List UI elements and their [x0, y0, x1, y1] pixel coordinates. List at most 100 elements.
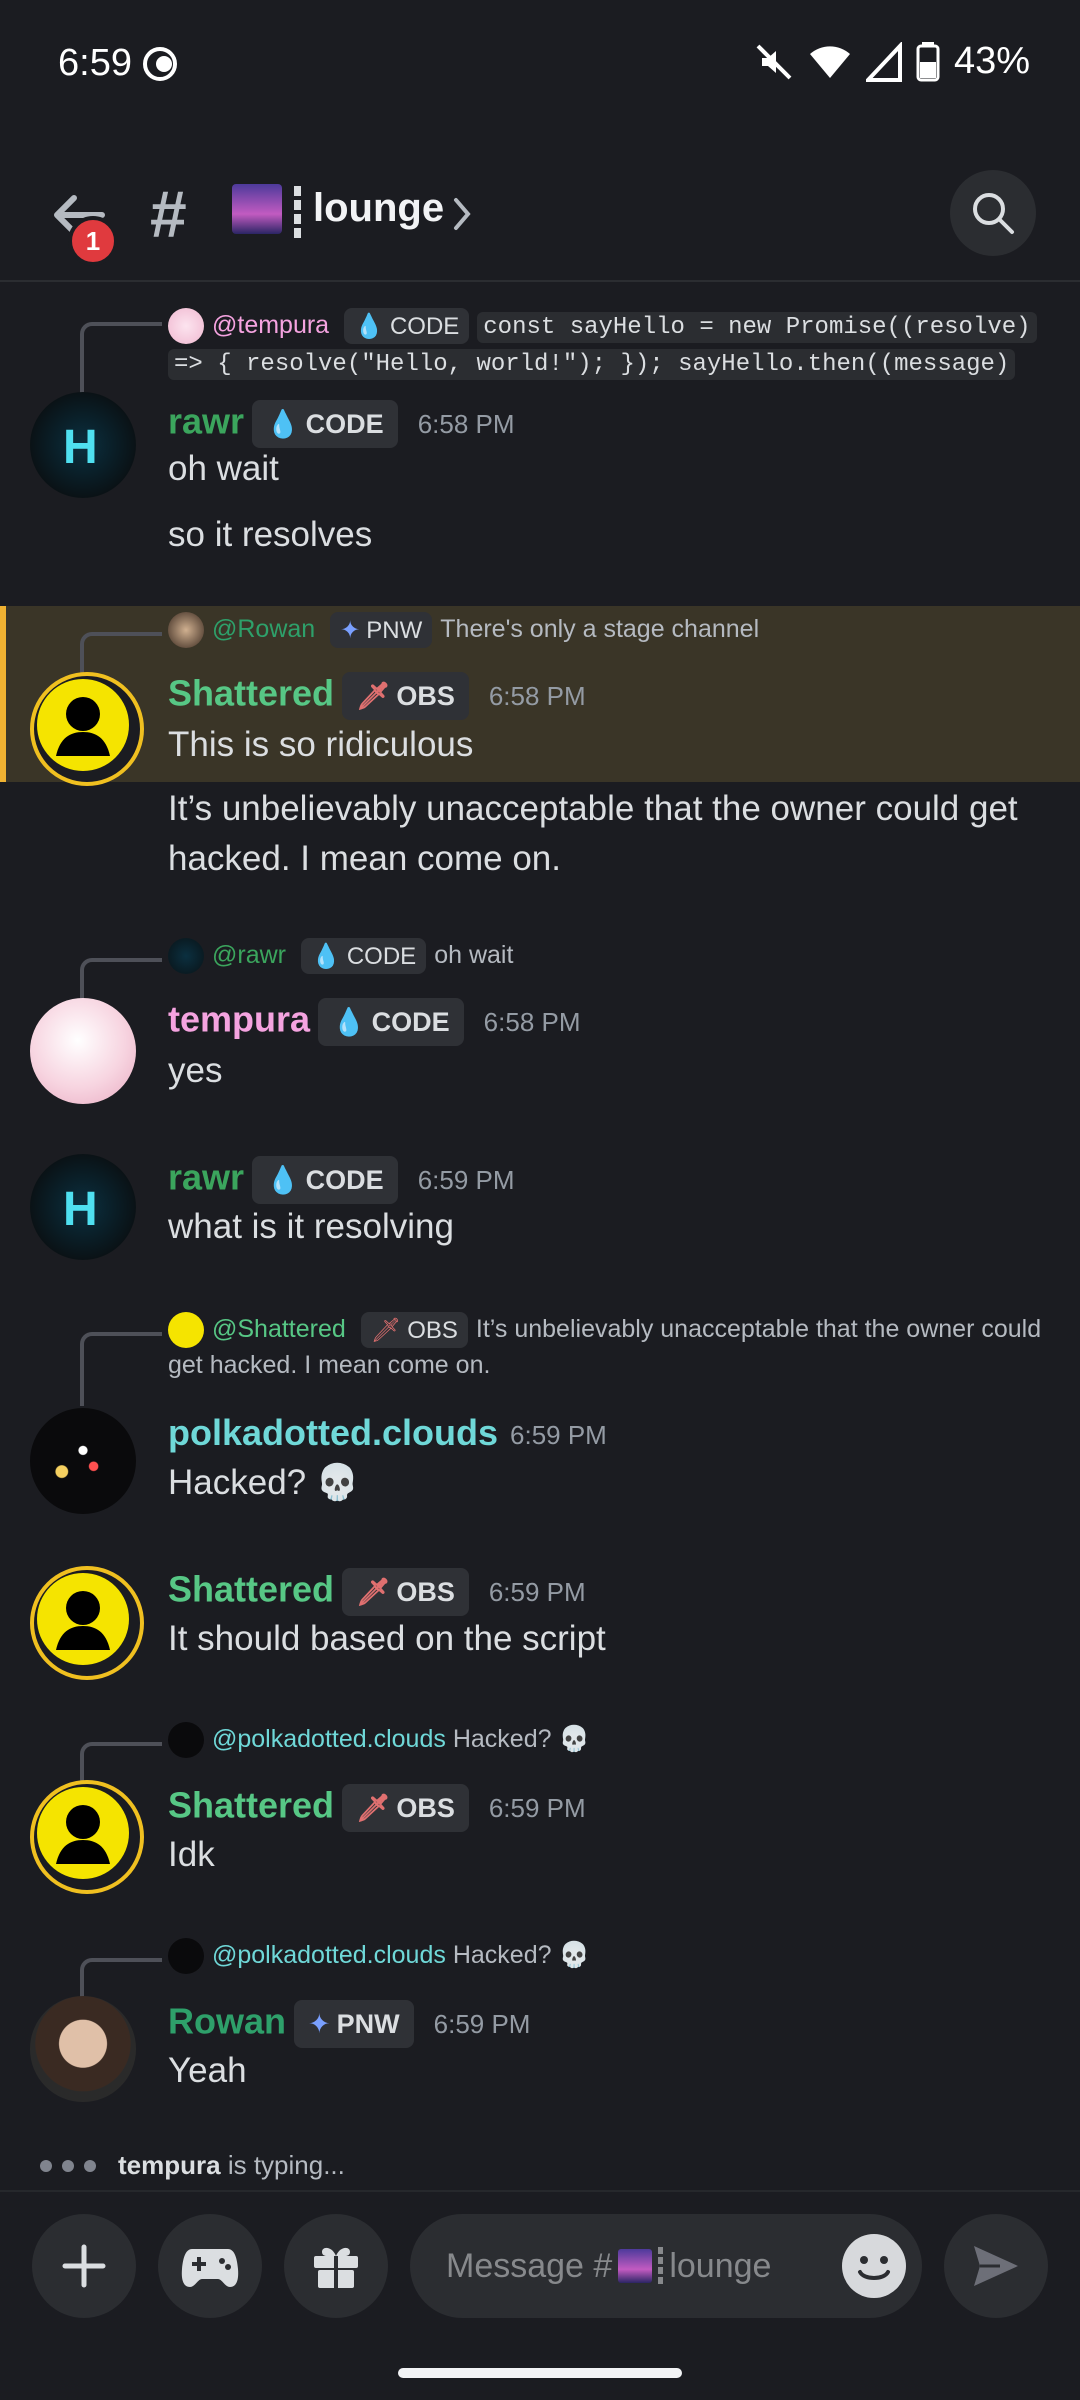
message-author[interactable]: rawr 💧 CODE 6:59 PM: [168, 1156, 515, 1204]
search-icon: [973, 193, 1014, 234]
message-time: 6:58 PM: [488, 680, 586, 711]
reply-username[interactable]: @rawr: [212, 941, 286, 969]
role-tag: 🗡 OBS: [342, 672, 469, 720]
avatar-glyph: H: [63, 1183, 98, 1236]
avatar-glyph: H: [63, 421, 98, 474]
channel-emoji-icon: [232, 184, 282, 234]
role-tag: 🗡 OBS: [342, 1784, 469, 1832]
message-composer: Message # lounge: [0, 2190, 1080, 2332]
reply-username[interactable]: @Rowan: [212, 615, 315, 643]
message-text[interactable]: oh wait: [168, 444, 1048, 494]
channel-name[interactable]: lounge: [313, 186, 444, 231]
message-text[interactable]: Idk: [168, 1830, 1048, 1880]
avatar-shattered[interactable]: [30, 1780, 144, 1894]
reply-connector: [80, 322, 162, 396]
message-placeholder: Message # lounge: [446, 2246, 772, 2285]
reply-username[interactable]: @Shattered: [212, 1315, 346, 1343]
reply-preview[interactable]: @Shattered 🗡 OBS It’s unbelievably unaccep…: [168, 1312, 1048, 1383]
role-tag: 🗡 OBS: [360, 1312, 468, 1349]
avatar-rowan[interactable]: [30, 1996, 136, 2102]
reply-username[interactable]: @polkadotted.clouds: [212, 1725, 446, 1753]
avatar-polkadotted[interactable]: [30, 1408, 136, 1514]
channel-separator-icon: [294, 186, 301, 238]
message-author[interactable]: rawr 💧 CODE 6:58 PM: [168, 400, 515, 448]
status-icons: 43%: [754, 40, 1030, 83]
send-icon: [974, 2246, 1018, 2286]
reply-preview[interactable]: @tempura 💧 CODE const sayHello = new Promi…: [168, 308, 1048, 382]
message-time: 6:59 PM: [417, 1164, 515, 1195]
emoji-button[interactable]: [842, 2234, 906, 2298]
message-author[interactable]: Shattered 🗡 OBS 6:58 PM: [168, 672, 586, 720]
message-author[interactable]: polkadotted.clouds 6:59 PM: [168, 1412, 607, 1454]
role-tag: 💧 CODE: [252, 400, 398, 448]
hash-icon: #: [150, 177, 187, 251]
typing-user: tempura: [118, 2150, 221, 2180]
message-time: 6:59 PM: [433, 2008, 531, 2039]
default-avatar-icon: [37, 1573, 129, 1665]
reply-preview[interactable]: @Rowan ✦ PNW There's only a stage channel: [168, 612, 760, 649]
swirl-icon: [143, 47, 177, 81]
message-text[interactable]: Hacked? 💀: [168, 1458, 1048, 1508]
message-time: 6:59 PM: [510, 1419, 607, 1450]
avatar-shattered[interactable]: [30, 1566, 144, 1680]
wifi-icon: [809, 45, 850, 78]
default-avatar-icon: [37, 679, 129, 771]
message-text[interactable]: It should based on the script: [168, 1614, 1048, 1664]
message-list[interactable]: @tempura 💧 CODE const sayHello = new Promi…: [0, 282, 1080, 2192]
reply-username[interactable]: @tempura: [212, 311, 329, 339]
message-text[interactable]: This is so ridiculous: [168, 720, 1048, 770]
reply-avatar: [168, 938, 204, 975]
role-tag: 💧 CODE: [252, 1156, 398, 1204]
reply-text: oh wait: [434, 941, 514, 969]
emoji-icon: [858, 2256, 890, 2280]
role-tag: 💧 CODE: [344, 308, 470, 345]
search-button[interactable]: [950, 170, 1036, 256]
message-input[interactable]: Message # lounge: [410, 2214, 922, 2318]
avatar-rawr[interactable]: H: [30, 1154, 136, 1260]
reply-text: Hacked? 💀: [452, 1725, 590, 1753]
reply-connector: [80, 1332, 162, 1406]
unread-badge: 1: [68, 216, 118, 266]
role-tag: 💧 CODE: [318, 998, 464, 1046]
role-tag: 🗡 OBS: [342, 1568, 469, 1616]
add-attachment-button[interactable]: [32, 2214, 136, 2318]
avatar-tempura[interactable]: [30, 998, 136, 1104]
reply-avatar: [168, 612, 204, 649]
avatar-rawr[interactable]: H: [30, 392, 136, 498]
chevron-right-icon[interactable]: [450, 194, 474, 234]
reply-avatar: [168, 1938, 204, 1975]
channel-emoji-icon: [618, 2249, 653, 2283]
signal-icon: [865, 41, 902, 82]
gift-icon: [314, 2247, 358, 2288]
message-text[interactable]: so it resolves: [168, 510, 1048, 560]
avatar-shattered[interactable]: [30, 672, 144, 786]
gift-button[interactable]: [284, 2214, 388, 2318]
message-time: 6:59 PM: [488, 1576, 586, 1607]
message-text[interactable]: Yeah: [168, 2046, 1048, 2096]
channel-header: 1 # lounge: [0, 170, 1080, 282]
reply-avatar: [168, 1312, 204, 1349]
message-author[interactable]: Shattered 🗡 OBS 6:59 PM: [168, 1568, 586, 1616]
message-text[interactable]: what is it resolving: [168, 1202, 1048, 1252]
message-time: 6:58 PM: [483, 1006, 581, 1037]
reply-text: There's only a stage channel: [440, 615, 760, 643]
reply-username[interactable]: @polkadotted.clouds: [212, 1941, 446, 1969]
message-text[interactable]: yes: [168, 1046, 1048, 1096]
message-time: 6:59 PM: [488, 1792, 586, 1823]
typing-dot: [84, 2159, 96, 2172]
plus-icon: [62, 2244, 106, 2288]
send-button[interactable]: [944, 2214, 1048, 2318]
message-author[interactable]: tempura 💧 CODE 6:58 PM: [168, 998, 581, 1046]
reply-preview[interactable]: @rawr 💧 CODE oh wait: [168, 938, 514, 975]
gamepad-icon: [181, 2249, 239, 2287]
reply-preview[interactable]: @polkadotted.clouds Hacked? 💀: [168, 1938, 590, 1975]
mute-icon: [756, 44, 792, 79]
typing-dot: [62, 2159, 74, 2172]
message-author[interactable]: Rowan ✦ PNW 6:59 PM: [168, 2000, 530, 2048]
channel-separator-icon: [658, 2247, 664, 2285]
home-indicator[interactable]: [398, 2368, 682, 2378]
message-text[interactable]: It’s unbelievably unacceptable that the …: [168, 784, 1068, 884]
message-author[interactable]: Shattered 🗡 OBS 6:59 PM: [168, 1784, 586, 1832]
activities-button[interactable]: [158, 2214, 262, 2318]
reply-preview[interactable]: @polkadotted.clouds Hacked? 💀: [168, 1722, 590, 1759]
